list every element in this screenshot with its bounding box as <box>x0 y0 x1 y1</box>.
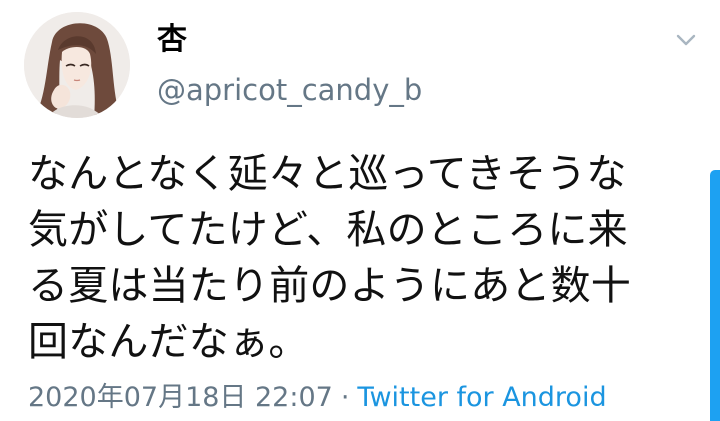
tweet-meta: 2020年07月18日 22:07 · Twitter for Android <box>28 384 607 411</box>
tweet-text: なんとなく延々と巡ってきそうな 気がしてたけど、私のところに来 る夏は当たり前の… <box>28 151 631 365</box>
display-name[interactable]: 杏 <box>157 25 187 55</box>
user-handle[interactable]: @apricot_candy_b <box>157 76 422 105</box>
chevron-down-icon[interactable] <box>671 28 701 52</box>
meta-separator: · <box>340 382 350 413</box>
tweet-timestamp[interactable]: 2020年07月18日 22:07 <box>28 382 333 413</box>
avatar[interactable] <box>24 12 130 118</box>
scrollbar[interactable] <box>710 170 720 421</box>
avatar-image <box>24 12 130 118</box>
tweet-source-link[interactable]: Twitter for Android <box>357 382 606 413</box>
tweet-card: 杏 @apricot_candy_b なんとなく延々と巡ってきそうな 気がしてた… <box>0 0 720 421</box>
